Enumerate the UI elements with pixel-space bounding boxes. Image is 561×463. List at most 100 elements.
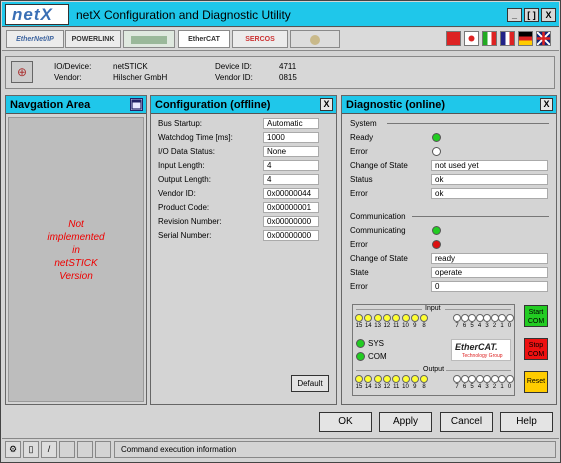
input-bit-led-icon	[355, 314, 363, 322]
input-bit-led-icon	[483, 314, 491, 322]
ready-led-icon	[432, 133, 441, 142]
main-window: netX netX Configuration and Diagnostic U…	[0, 0, 561, 463]
pen-icon[interactable]: /	[41, 441, 57, 458]
input-bit-led-icon	[453, 314, 461, 322]
config-field-label: I/O Data Status:	[158, 147, 215, 156]
apply-button[interactable]: Apply	[379, 412, 432, 432]
comm-error2-label: Error	[350, 282, 368, 291]
flag-china-icon[interactable]	[446, 31, 461, 46]
output-bit-led-icon	[483, 375, 491, 383]
status-slot-icon	[77, 441, 93, 458]
config-field-value[interactable]: 0x00000001	[263, 202, 319, 213]
window-restore-icon[interactable]	[130, 98, 143, 111]
sys-led-icon	[356, 339, 365, 348]
flag-uk-icon[interactable]	[536, 31, 551, 46]
flag-japan-icon[interactable]	[464, 31, 479, 46]
config-field-value[interactable]: None	[263, 146, 319, 157]
protocol-seal-icon	[310, 35, 320, 45]
status-message: Command execution information	[114, 441, 556, 458]
communicating-label: Communicating	[350, 226, 406, 235]
help-button[interactable]: Help	[500, 412, 553, 432]
protocol-other[interactable]	[290, 30, 340, 48]
config-field-label: Watchdog Time [ms]:	[158, 133, 233, 142]
device-info-bar: ⊕ IO/Device: netSTICK Vendor: Hilscher G…	[5, 56, 555, 89]
input-label: Input	[425, 305, 441, 312]
flag-france-icon[interactable]	[500, 31, 515, 46]
input-bit-led-icon	[392, 314, 401, 322]
status-slot-icon	[59, 441, 75, 458]
device-id-label: Device ID:	[215, 62, 252, 71]
protocol-ethernetip[interactable]: EtherNet/IP	[6, 30, 64, 48]
input-bit-number: 10	[402, 323, 409, 329]
input-bit-led-icon	[373, 314, 382, 322]
database-icon[interactable]: ▯	[23, 441, 39, 458]
ready-label: Ready	[350, 133, 374, 142]
comm-error-label: Error	[350, 240, 368, 249]
output-bit-number: 15	[355, 384, 363, 390]
system-divider	[387, 123, 549, 124]
communicating-led-icon	[432, 226, 441, 235]
communication-divider	[412, 216, 549, 217]
close-window-button[interactable]: X	[541, 8, 556, 22]
cancel-button[interactable]: Cancel	[440, 412, 493, 432]
output-bit-number: 13	[374, 384, 381, 390]
comm-change-label: Change of State	[350, 254, 408, 263]
minimize-button[interactable]: _	[507, 8, 522, 22]
config-field-label: Product Code:	[158, 203, 210, 212]
configuration-panel-title: Configuration (offline)	[151, 96, 336, 114]
navigation-body: Not implemented in netSTICK Version	[8, 117, 144, 402]
input-bit-number: 12	[383, 323, 391, 329]
comm-change-field: ready	[431, 253, 548, 264]
input-bit-number: 13	[374, 323, 381, 329]
output-bit-number: 11	[393, 384, 400, 390]
input-bit-led-icon	[420, 314, 429, 322]
config-field-value[interactable]: 4	[263, 160, 319, 171]
state-field: operate	[431, 267, 548, 278]
system-error2-label: Error	[350, 189, 368, 198]
config-field-value[interactable]: 0x00000000	[263, 230, 319, 241]
input-bit-number: 15	[355, 323, 363, 329]
config-field-value[interactable]: 1000	[263, 132, 319, 143]
system-change-label: Change of State	[350, 161, 408, 170]
maximize-button[interactable]: [ ]	[524, 8, 539, 22]
system-error-led-icon	[432, 147, 441, 156]
protocol-ethercat[interactable]: EtherCAT	[178, 30, 230, 48]
ethercat-logo: EtherCAT. Technology Group	[451, 339, 511, 361]
protocol-toolbar: EtherNet/IP POWERLINK EtherCAT SERCOS	[2, 28, 559, 51]
close-configuration-button[interactable]: X	[320, 98, 333, 111]
input-bit-led-icon	[401, 314, 410, 322]
system-change-field: not used yet	[431, 160, 548, 171]
default-button[interactable]: Default	[291, 375, 329, 392]
settings-tools-icon[interactable]: ⚙	[5, 441, 21, 458]
protocol-sercos[interactable]: SERCOS	[232, 30, 288, 48]
protocol-powerlink[interactable]: POWERLINK	[65, 30, 121, 48]
reset-button[interactable]: Reset	[524, 371, 548, 393]
config-field-label: Revision Number:	[158, 217, 222, 226]
title-bar: netX netX Configuration and Diagnostic U…	[2, 2, 559, 27]
output-bit-led-icon	[468, 375, 476, 383]
flag-italy-icon[interactable]	[482, 31, 497, 46]
config-field-value[interactable]: 0x00000044	[263, 188, 319, 199]
output-bit-led-icon	[410, 375, 419, 383]
config-field-value[interactable]: 0x00000000	[263, 216, 319, 227]
input-bit-led-icon	[505, 314, 514, 322]
close-diagnostic-button[interactable]: X	[540, 98, 553, 111]
stop-com-button[interactable]: Stop COM	[524, 338, 548, 360]
input-bit-number: 14	[364, 323, 372, 329]
logo-text: netX	[12, 5, 53, 24]
device-id-value: 4711	[279, 62, 297, 71]
config-field-value[interactable]: Automatic	[263, 118, 319, 129]
config-field-value[interactable]: 4	[263, 174, 319, 185]
vendor-label: Vendor:	[54, 73, 82, 82]
input-bit-number: 8	[422, 323, 426, 329]
output-bit-number: 8	[422, 384, 426, 390]
ok-button[interactable]: OK	[319, 412, 372, 432]
status-bar: ⚙ ▯ / Command execution information	[2, 438, 559, 460]
output-bit-number: 12	[383, 384, 391, 390]
start-com-button[interactable]: Start COM	[524, 305, 548, 327]
flag-germany-icon[interactable]	[518, 31, 533, 46]
output-bit-number: 10	[402, 384, 409, 390]
status-field: ok	[431, 174, 548, 185]
protocol-profinet[interactable]	[123, 30, 175, 48]
config-field-label: Output Length:	[158, 175, 211, 184]
